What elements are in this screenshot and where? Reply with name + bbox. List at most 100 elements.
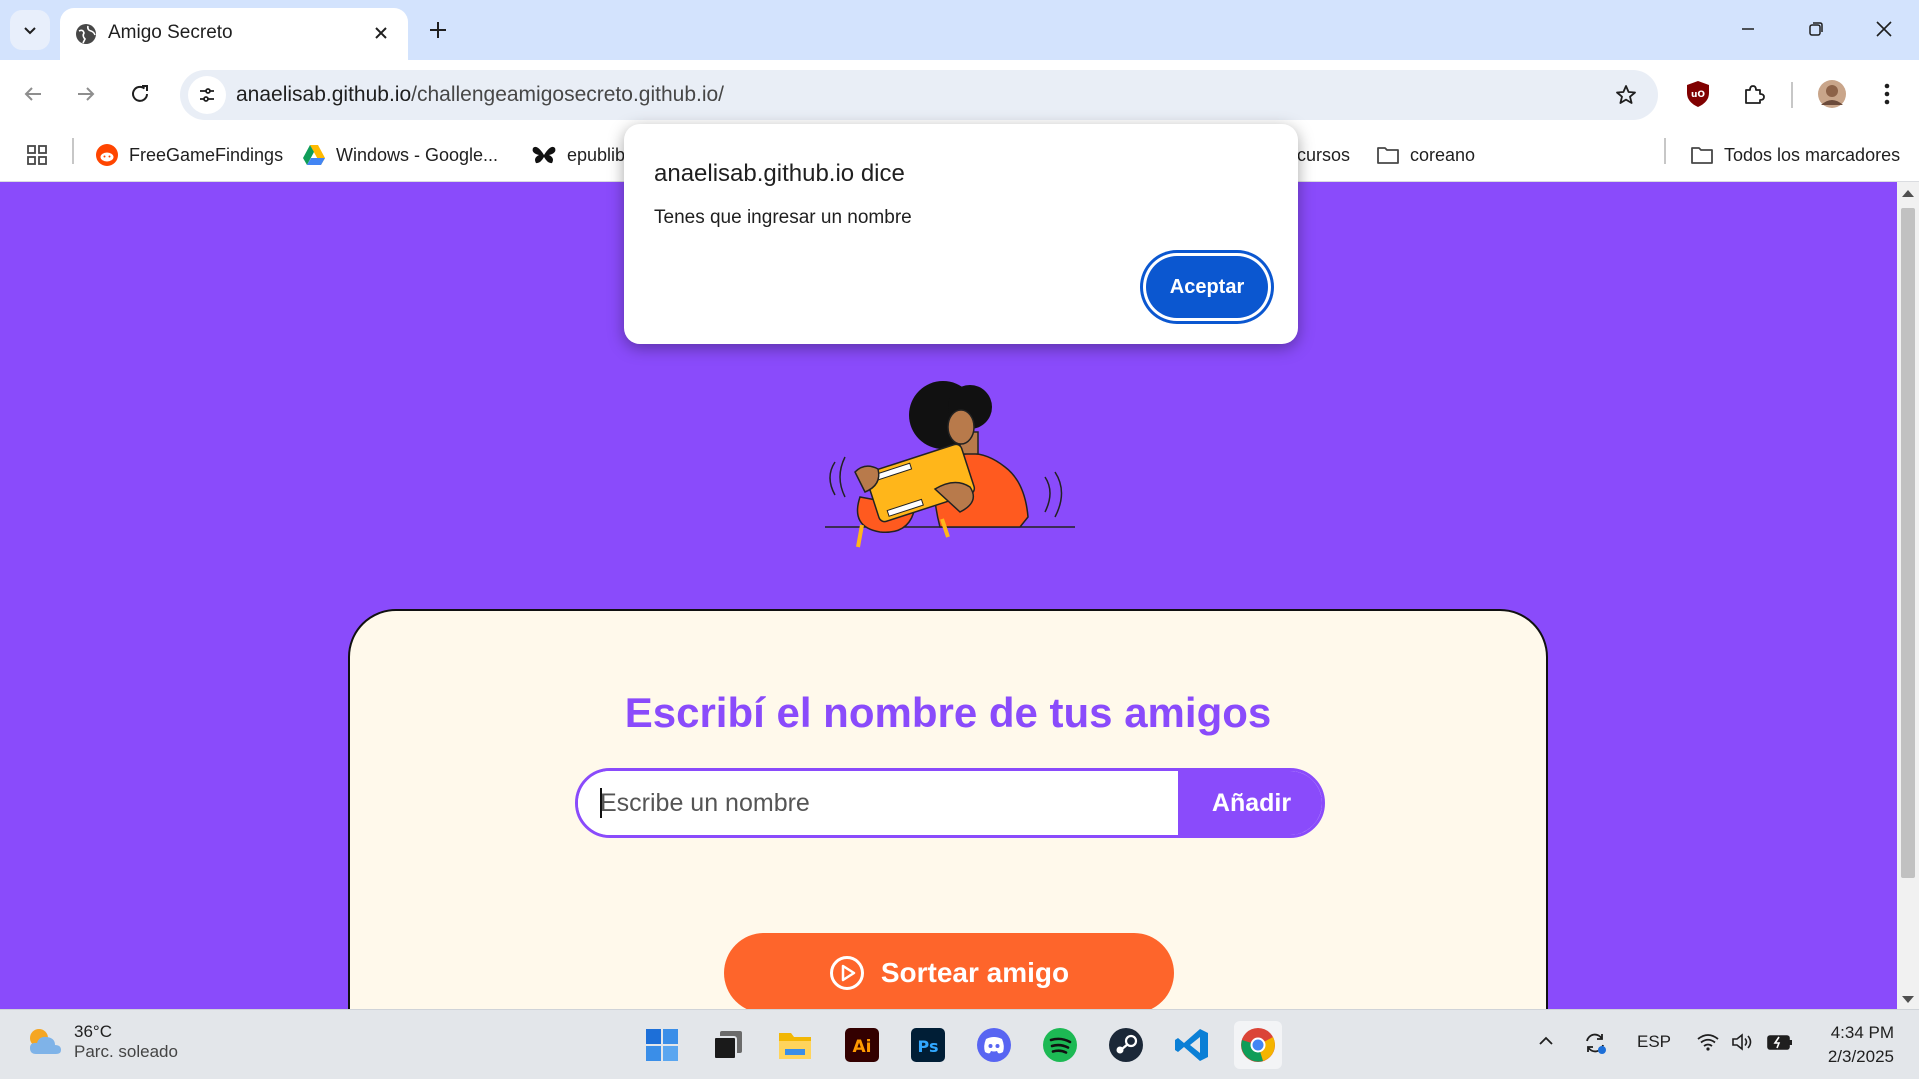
- minimize-button[interactable]: [1726, 12, 1770, 46]
- apps-button[interactable]: [26, 140, 48, 170]
- battery-tray-button[interactable]: [1766, 1032, 1794, 1057]
- start-button[interactable]: [638, 1021, 686, 1069]
- url-path: /challengeamigosecreto.github.io/: [411, 83, 725, 106]
- close-window-button[interactable]: [1862, 12, 1906, 46]
- url-text: anaelisab.github.io/challengeamigosecret…: [236, 83, 724, 107]
- file-explorer-icon: [779, 1033, 811, 1059]
- alert-dialog: anaelisab.github.io dice Tenes que ingre…: [624, 124, 1298, 344]
- bookmark-folder-coreano[interactable]: coreano: [1376, 140, 1475, 170]
- weather-text: 36°C Parc. soleado: [74, 1022, 178, 1062]
- photoshop-button[interactable]: Ps: [904, 1021, 952, 1069]
- volume-tray-button[interactable]: [1730, 1032, 1754, 1057]
- more-vert-icon: [1884, 83, 1890, 105]
- profile-avatar-button[interactable]: [1813, 75, 1851, 113]
- weather-condition: Parc. soleado: [74, 1042, 178, 1061]
- draw-friend-button[interactable]: Sortear amigo: [724, 933, 1174, 1009]
- star-icon: [1616, 85, 1636, 104]
- name-input[interactable]: [578, 771, 1178, 835]
- chevron-down-icon: [24, 27, 36, 35]
- illustrator-button[interactable]: Ai: [838, 1021, 886, 1069]
- restore-icon: [1809, 22, 1823, 36]
- bookmark-label: cursos: [1297, 144, 1351, 165]
- spotify-button[interactable]: [1036, 1021, 1084, 1069]
- system-clock[interactable]: 4:34 PM 2/3/2025: [1810, 1021, 1894, 1069]
- chrome-icon: [1241, 1028, 1275, 1062]
- discord-button[interactable]: [970, 1021, 1018, 1069]
- folder-icon: [1377, 147, 1399, 164]
- tab-close-button[interactable]: [368, 20, 394, 46]
- page-scrollbar[interactable]: [1897, 182, 1919, 1009]
- play-circle-icon: [829, 956, 864, 990]
- page-title: Escribí el nombre de tus amigos: [624, 689, 1272, 736]
- weather-temp: 36°C: [74, 1022, 112, 1041]
- scroll-thumb[interactable]: [1901, 208, 1915, 878]
- weather-widget[interactable]: 36°C Parc. soleado: [24, 1022, 178, 1062]
- chrome-menu-button[interactable]: [1868, 75, 1906, 113]
- name-input-group: Añadir: [575, 768, 1325, 838]
- dialog-accept-button[interactable]: Aceptar: [1146, 256, 1268, 318]
- task-view-button[interactable]: [704, 1021, 752, 1069]
- add-friend-button[interactable]: Añadir: [1178, 771, 1322, 835]
- globe-icon: [76, 24, 96, 44]
- text-caret: [600, 788, 602, 818]
- tab-title: Amigo Secreto: [108, 22, 233, 43]
- avatar: [1818, 80, 1846, 108]
- language-indicator[interactable]: ESP: [1637, 1032, 1671, 1052]
- person-playing-illustration: [825, 381, 1075, 548]
- all-bookmarks-folder[interactable]: Todos los marcadores: [1690, 140, 1900, 170]
- sync-tray-button[interactable]: [1582, 1030, 1608, 1061]
- dialog-title: anaelisab.github.io dice: [654, 160, 905, 187]
- bookmark-freegamefindings[interactable]: FreeGameFindings: [95, 140, 283, 170]
- chrome-button[interactable]: [1234, 1021, 1282, 1069]
- wifi-tray-button[interactable]: [1696, 1032, 1720, 1057]
- svg-text:Ai: Ai: [853, 1037, 872, 1057]
- back-button[interactable]: [14, 75, 52, 113]
- ublock-extension-button[interactable]: uO: [1679, 75, 1717, 113]
- bookmark-cursos[interactable]: cursos: [1297, 140, 1350, 170]
- vscode-icon: [1175, 1029, 1208, 1061]
- restore-button[interactable]: [1794, 12, 1838, 46]
- bookmark-separator: [1664, 138, 1666, 164]
- reload-icon: [132, 85, 148, 102]
- show-hidden-icons-button[interactable]: [1537, 1032, 1555, 1055]
- scroll-up-arrow[interactable]: [1902, 190, 1914, 197]
- discord-icon: [977, 1028, 1011, 1062]
- new-tab-button[interactable]: [422, 14, 454, 46]
- tune-icon: [200, 88, 214, 102]
- vscode-button[interactable]: [1168, 1021, 1216, 1069]
- address-bar[interactable]: anaelisab.github.io/challengeamigosecret…: [180, 70, 1658, 120]
- browser-toolbar: anaelisab.github.io/challengeamigosecret…: [0, 60, 1919, 128]
- puzzle-icon: [1745, 85, 1765, 104]
- url-host: anaelisab.github.io: [236, 83, 412, 106]
- arrow-left-icon: [24, 87, 41, 101]
- bookmark-windows-google[interactable]: Windows - Google...: [302, 140, 498, 170]
- windows-taskbar: 36°C Parc. soleado Ai Ps ESP 4:34 PM 2/3…: [0, 1009, 1919, 1079]
- extensions-button[interactable]: [1735, 75, 1773, 113]
- steam-icon: [1109, 1028, 1143, 1062]
- site-info-button[interactable]: [188, 76, 226, 114]
- close-icon: [375, 27, 387, 39]
- file-explorer-button[interactable]: [771, 1021, 819, 1069]
- tab-strip: Amigo Secreto: [0, 0, 1919, 60]
- arrow-right-icon: [78, 87, 95, 101]
- photoshop-icon: Ps: [911, 1028, 945, 1062]
- scroll-down-arrow[interactable]: [1902, 996, 1914, 1003]
- tab-amigo-secreto[interactable]: Amigo Secreto: [60, 8, 408, 60]
- reload-button[interactable]: [121, 75, 159, 113]
- bookmark-separator: [72, 138, 74, 164]
- spotify-icon: [1043, 1028, 1077, 1062]
- bookmark-epublib[interactable]: epublib: [531, 140, 625, 170]
- steam-button[interactable]: [1102, 1021, 1150, 1069]
- battery-charging-icon: [1767, 1035, 1792, 1050]
- folder-icon: [1691, 147, 1713, 164]
- forward-button[interactable]: [67, 75, 105, 113]
- plus-icon: [430, 22, 446, 38]
- close-icon: [1876, 21, 1892, 37]
- sync-icon: [1586, 1033, 1606, 1054]
- tab-search-button[interactable]: [10, 10, 50, 50]
- toolbar-separator: [1791, 82, 1793, 108]
- bookmark-label: epublib: [567, 144, 626, 165]
- svg-text:Ps: Ps: [918, 1037, 939, 1056]
- butterfly-icon: [532, 146, 556, 164]
- bookmark-star-button[interactable]: [1612, 81, 1640, 109]
